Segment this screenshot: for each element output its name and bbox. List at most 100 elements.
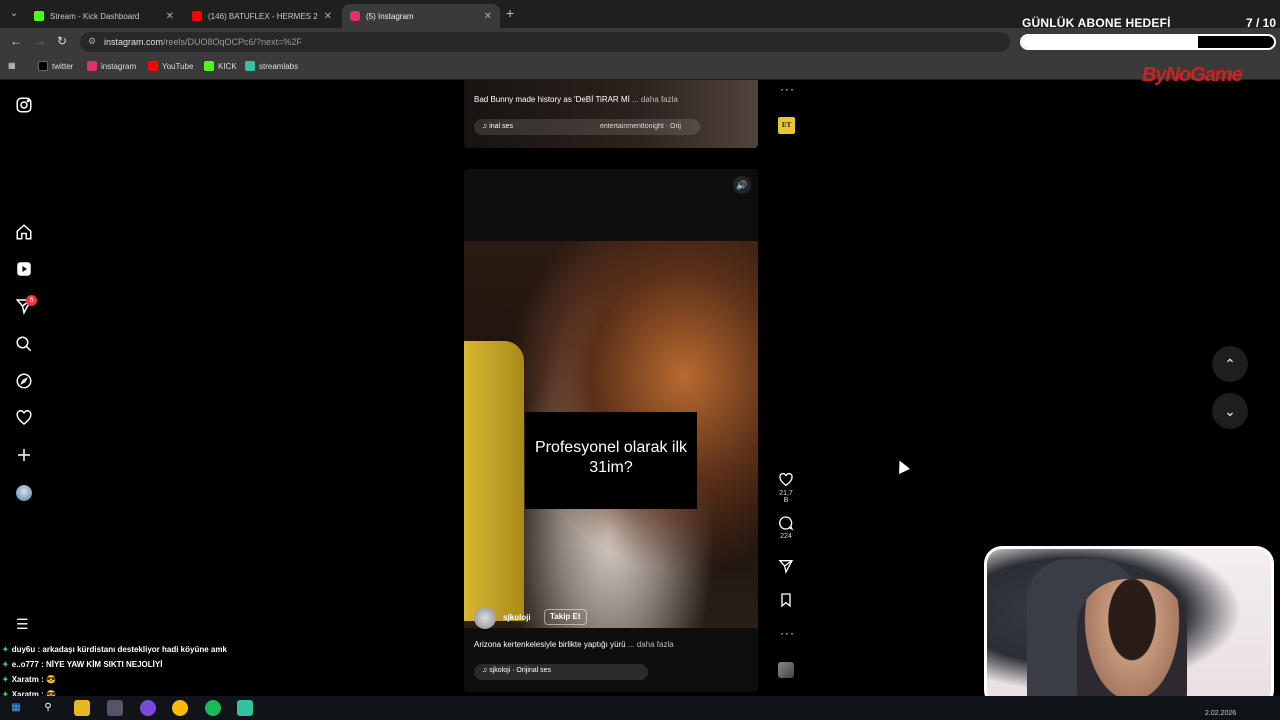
bookmarks-bar: ▦ twitter instagram YouTube KICK streaml…: [0, 56, 1280, 80]
chat-message: ✦ Xaratm : 😎: [2, 672, 422, 687]
tab-title: (5) Instagram: [366, 11, 414, 21]
like-button[interactable]: 21,7 B: [776, 472, 796, 504]
bookmark-label: instagram: [101, 61, 137, 71]
site-info-icon[interactable]: ⚙: [88, 36, 96, 47]
new-tab-plus-icon[interactable]: +: [506, 5, 514, 21]
save-button[interactable]: [776, 592, 796, 608]
author-avatar[interactable]: [474, 607, 496, 629]
reload-icon[interactable]: ↻: [57, 34, 67, 48]
volume-icon[interactable]: 🔊: [733, 176, 751, 194]
audio-thumb[interactable]: [778, 662, 794, 678]
chat-message: ✦ duy6u : arkadaşı kürdistanı destekliyor…: [2, 642, 422, 657]
goal-progress-fill: [1022, 36, 1199, 48]
taskbar-date: 2.02.2026: [1205, 710, 1237, 717]
chat-user: e..o777: [11, 660, 39, 669]
chrome-icon[interactable]: [172, 700, 188, 716]
forward-arrow-icon[interactable]: →: [34, 34, 46, 48]
search-icon[interactable]: [15, 335, 33, 353]
author-name[interactable]: sjkoloji: [503, 613, 531, 622]
apps-grid-icon[interactable]: ▦: [8, 61, 16, 70]
previous-reel-card[interactable]: Bad Bunny made history as 'DeBİ TiRAR Mİ…: [464, 80, 758, 148]
goal-progress-bar: [1020, 34, 1276, 50]
chat-user: Xaratm: [11, 675, 39, 684]
bookmark-label: KICK: [218, 61, 237, 71]
more-menu-icon[interactable]: ☰: [16, 616, 32, 633]
more-options-icon[interactable]: ···: [780, 626, 795, 640]
heart-icon: [779, 472, 793, 487]
file-explorer-icon[interactable]: [74, 700, 90, 716]
url-path: /reels/DUO8OqOCPc6/?next=%2F: [163, 37, 302, 47]
url-host: instagram.com: [104, 37, 164, 47]
heart-notifications-icon[interactable]: [15, 409, 33, 427]
instagram-favicon-icon: [350, 11, 360, 21]
bookmark-kick[interactable]: KICK: [204, 61, 237, 71]
explore-compass-icon[interactable]: [15, 372, 33, 390]
close-tab-icon[interactable]: ✕: [166, 11, 174, 22]
audio-text: sjkoloji · Orijinal ses: [489, 667, 552, 674]
bookmark-youtube[interactable]: YouTube: [148, 61, 193, 71]
previous-reel-chevron-up-icon[interactable]: ⌃: [1212, 346, 1248, 382]
tab-search-chevron-icon[interactable]: ⌄: [6, 6, 22, 22]
chat-text: : NİYE YAW KİM SIKTI NEJOLİYİ: [41, 660, 163, 669]
x-logo-icon: [38, 61, 48, 71]
like-count: 21,7 B: [779, 490, 793, 504]
mouse-cursor-icon: [894, 458, 910, 474]
bookmark-instagram[interactable]: instagram: [87, 61, 136, 71]
caption-more-link[interactable]: ... daha fazla: [632, 95, 678, 104]
next-reel-chevron-down-icon[interactable]: ⌄: [1212, 393, 1248, 429]
tab-title: Stream - Kick Dashboard: [50, 11, 140, 21]
follow-button[interactable]: Takip Et: [544, 609, 587, 625]
bookmark-streamlabs[interactable]: streamlabs: [245, 61, 298, 71]
tab-kick-dashboard[interactable]: Stream - Kick Dashboard ✕: [26, 4, 182, 28]
subscriber-goal-widget: GÜNLÜK ABONE HEDEFİ 7 / 10: [1018, 8, 1280, 54]
caption-more-link[interactable]: ... daha fazla: [628, 640, 674, 649]
search-icon[interactable]: ⚲: [40, 700, 56, 716]
streamlabs-icon[interactable]: [237, 700, 253, 716]
bookmark-icon: [781, 593, 791, 608]
windows-start-icon[interactable]: ▦: [8, 700, 24, 716]
instagram-logo-icon[interactable]: [15, 96, 33, 114]
audio-text: inal ses: [489, 123, 513, 130]
tab-youtube-batuflex[interactable]: (146) BATUFLEX - HERMES 2.0 ✕: [184, 4, 340, 28]
youtube-logo-icon: [148, 61, 158, 71]
reel-caption: Bad Bunny made history as 'DeBİ TiRAR Mİ…: [474, 95, 678, 104]
close-tab-icon[interactable]: ✕: [484, 11, 492, 22]
spotify-icon[interactable]: [205, 700, 221, 716]
audio-label: ♫ inal ses: [482, 123, 513, 130]
kick-favicon-icon: [34, 11, 44, 21]
reel-caption: Arizona kertenkelesiyle birlikte yaptığı…: [474, 640, 674, 649]
url-bar[interactable]: ⚙ instagram.com/reels/DUO8OqOCPc6/?next=…: [80, 32, 1010, 52]
obs-icon[interactable]: [140, 700, 156, 716]
app-icon[interactable]: [107, 700, 123, 716]
tab-instagram[interactable]: (5) Instagram ✕: [342, 4, 500, 28]
create-plus-icon[interactable]: [15, 446, 33, 464]
send-icon: [778, 560, 794, 574]
reels-icon[interactable]: [15, 260, 33, 278]
chat-text: : 😎: [41, 675, 56, 684]
youtube-favicon-icon: [192, 11, 202, 21]
goal-count: 7 / 10: [1245, 16, 1276, 30]
bookmark-label: twitter: [52, 61, 74, 71]
stream-chat-overlay: ✦ duy6u : arkadaşı kürdistanı destekliyor…: [2, 642, 422, 702]
caption-text: Bad Bunny made history as 'DeBİ TiRAR Mİ: [474, 95, 630, 104]
profile-avatar[interactable]: [16, 485, 32, 501]
comment-button[interactable]: 224: [776, 515, 796, 540]
jersey-graphic: [464, 341, 524, 621]
bookmark-label: YouTube: [162, 61, 194, 71]
audio-credit: entertainmenttonight · Orij: [600, 123, 681, 130]
video-subtitle-box: Profesyonel olarak ilk 31im?: [525, 412, 697, 509]
chat-badge-icon: ✦: [2, 675, 9, 684]
more-options-icon[interactable]: ···: [780, 82, 795, 96]
back-arrow-icon[interactable]: ←: [10, 34, 22, 48]
webcam-overlay: [984, 546, 1274, 708]
home-icon[interactable]: [15, 223, 33, 241]
bookmark-twitter[interactable]: twitter: [38, 61, 73, 71]
share-button[interactable]: [776, 558, 796, 574]
streamlabs-logo-icon: [245, 61, 255, 71]
reel-thumbnail: [464, 80, 758, 148]
tab-title: (146) BATUFLEX - HERMES 2.0: [208, 11, 318, 21]
chat-badge-icon: ✦: [2, 645, 9, 654]
close-tab-icon[interactable]: ✕: [324, 11, 332, 22]
et-audio-thumb[interactable]: ET: [778, 117, 795, 134]
bynogame-logo: ByNoGame: [1142, 64, 1243, 86]
